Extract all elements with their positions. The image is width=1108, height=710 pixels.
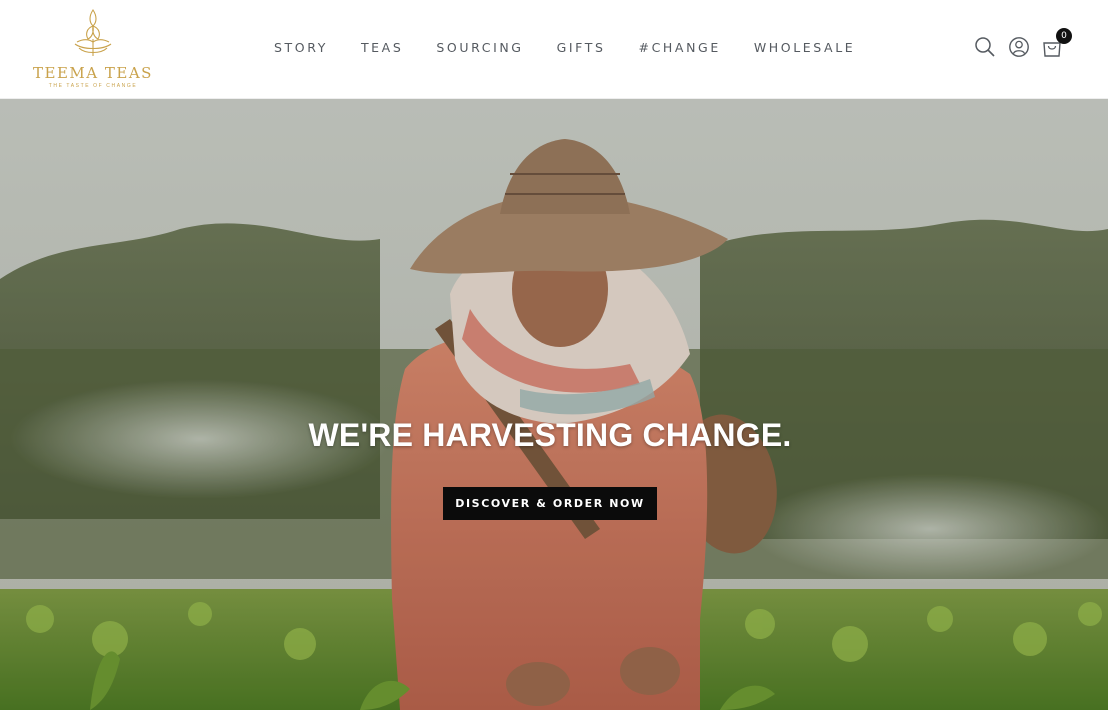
nav-item-sourcing[interactable]: SOURCING <box>436 40 523 55</box>
header-icons: 0 <box>974 28 1072 58</box>
nav-item-change[interactable]: #CHANGE <box>639 40 721 55</box>
nav-item-gifts[interactable]: GIFTS <box>557 40 606 55</box>
site-header: TEEMA TEAS THE TASTE OF CHANGE STORY TEA… <box>0 0 1108 99</box>
search-icon[interactable] <box>974 36 996 58</box>
hero-title: WE'RE HARVESTING CHANGE. <box>308 417 792 453</box>
tea-leaf-lotus-icon <box>74 9 112 56</box>
account-icon[interactable] <box>1008 36 1030 58</box>
cart-icon[interactable]: 0 <box>1041 28 1072 58</box>
hero-banner: WE'RE HARVESTING CHANGE. DISCOVER & ORDE… <box>0 99 1108 710</box>
nav-item-teas[interactable]: TEAS <box>361 40 403 55</box>
brand-tagline: THE TASTE OF CHANGE <box>48 83 138 89</box>
brand-name: TEEMA TEAS <box>33 64 153 82</box>
brand-logo[interactable]: TEEMA TEAS THE TASTE OF CHANGE <box>33 6 153 92</box>
cart-count-badge: 0 <box>1056 28 1072 44</box>
nav-item-story[interactable]: STORY <box>274 40 328 55</box>
nav-item-wholesale[interactable]: WHOLESALE <box>754 40 855 55</box>
discover-order-button[interactable]: DISCOVER & ORDER NOW <box>443 487 657 520</box>
main-nav: STORY TEAS SOURCING GIFTS #CHANGE WHOLES… <box>274 40 855 55</box>
tea-picker-in-field-photo <box>0 99 1108 710</box>
